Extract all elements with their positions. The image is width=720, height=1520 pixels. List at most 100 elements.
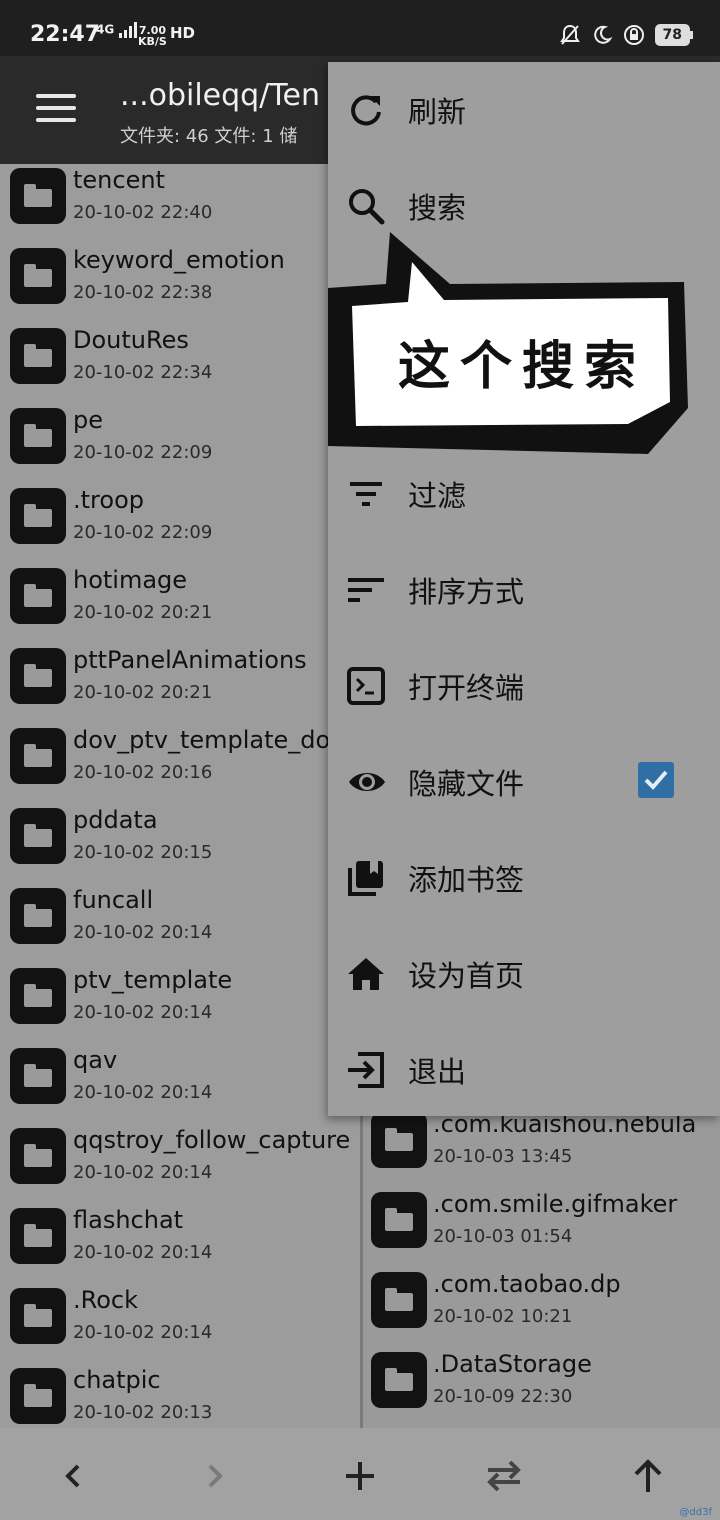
file-row[interactable]: pe 20-10-02 22:09 <box>0 404 360 484</box>
menu-label-filter: 过滤 <box>408 479 467 513</box>
menu-item-set-home[interactable]: 设为首页 <box>328 926 720 1022</box>
file-name: .Rock <box>73 1286 139 1314</box>
exit-icon <box>348 1052 384 1088</box>
file-name: pe <box>73 406 103 434</box>
folder-icon <box>371 1112 427 1168</box>
folder-icon <box>10 488 66 544</box>
file-row[interactable]: .com.taobao.dp 20-10-02 10:21 <box>363 1268 720 1348</box>
terminal-icon <box>347 667 385 705</box>
bottom-toolbar: @dd3f <box>0 1428 720 1520</box>
file-date: 20-10-02 20:14 <box>73 922 213 943</box>
file-row[interactable]: .com.smile.gifmaker 20-10-03 01:54 <box>363 1188 720 1268</box>
file-row[interactable]: .DataStorage 20-10-09 22:30 <box>363 1348 720 1428</box>
folder-icon <box>10 728 66 784</box>
overflow-menu: 刷新 搜索 过滤 排序方式 打开终端 隐藏文件 添加书签 设为首页 退出 <box>328 62 720 1116</box>
hidden-files-checkbox[interactable] <box>638 762 674 798</box>
refresh-icon <box>351 95 381 126</box>
file-row[interactable]: dov_ptv_template_dov 20-10-02 20:16 <box>0 724 360 804</box>
battery-indicator: 78 <box>654 24 694 46</box>
menu-item-terminal[interactable]: 打开终端 <box>328 638 720 734</box>
file-date: 20-10-02 22:34 <box>73 362 213 383</box>
menu-label-terminal: 打开终端 <box>408 671 525 705</box>
menu-drawer-icon[interactable] <box>36 94 76 126</box>
menu-item-exit[interactable]: 退出 <box>328 1022 720 1118</box>
folder-icon <box>10 248 66 304</box>
file-name: .troop <box>73 486 144 514</box>
watermark-text: @dd3f <box>679 1507 712 1518</box>
file-row[interactable]: hotimage 20-10-02 20:21 <box>0 564 360 644</box>
network-speed: 7.00 KB/S <box>138 25 167 47</box>
file-date: 20-10-02 20:14 <box>73 1002 213 1023</box>
sort-icon <box>348 578 384 602</box>
file-date: 20-10-02 20:16 <box>73 762 213 783</box>
menu-label-set-home: 设为首页 <box>408 959 525 993</box>
file-row[interactable]: DoutuRes 20-10-02 22:34 <box>0 324 360 404</box>
file-date: 20-10-02 22:09 <box>73 522 213 543</box>
folder-icon <box>10 1048 66 1104</box>
menu-item-hidden-files[interactable]: 隐藏文件 <box>328 734 720 830</box>
add-icon[interactable] <box>338 1454 382 1498</box>
file-row[interactable]: pddata 20-10-02 20:15 <box>0 804 360 884</box>
folder-icon <box>371 1352 427 1408</box>
file-row[interactable]: .Rock 20-10-02 20:14 <box>0 1284 360 1364</box>
folder-icon <box>10 1288 66 1344</box>
folder-icon <box>10 648 66 704</box>
file-row[interactable]: .com.kuaishou.nebula 20-10-03 13:45 <box>363 1108 720 1188</box>
file-name: funcall <box>73 886 154 914</box>
right-file-pane[interactable]: .com.kuaishou.nebula 20-10-03 13:45 .com.… <box>363 1108 720 1428</box>
swap-icon[interactable] <box>482 1454 526 1498</box>
moon-icon <box>593 25 613 44</box>
signal-icon <box>119 22 138 38</box>
filter-icon <box>350 482 382 506</box>
file-name: qqstroy_follow_capture <box>73 1126 351 1154</box>
file-row[interactable]: chatpic 20-10-02 20:13 <box>0 1364 360 1428</box>
file-row[interactable]: pttPanelAnimations 20-10-02 20:21 <box>0 644 360 724</box>
file-date: 20-10-02 22:09 <box>73 442 213 463</box>
menu-item-sort[interactable]: 排序方式 <box>328 542 720 638</box>
file-date: 20-10-09 22:30 <box>433 1386 573 1407</box>
file-row[interactable]: qqstroy_follow_capture 20-10-02 20:14 <box>0 1124 360 1204</box>
file-name: .com.taobao.dp <box>433 1270 621 1298</box>
menu-label-refresh: 刷新 <box>408 95 467 129</box>
folder-stats: 文件夹: 46 文件: 1 储 <box>120 126 298 147</box>
mute-bell-icon <box>559 24 580 45</box>
menu-label-hidden-files: 隐藏文件 <box>408 767 525 801</box>
file-row[interactable]: tencent 20-10-02 22:40 <box>0 164 360 244</box>
file-name: ptv_template <box>73 966 233 994</box>
file-row[interactable]: keyword_emotion 20-10-02 22:38 <box>0 244 360 324</box>
folder-icon <box>10 1208 66 1264</box>
search-icon <box>349 189 385 225</box>
checkmark-icon <box>644 770 668 790</box>
menu-label-add-bookmark: 添加书签 <box>408 863 525 897</box>
up-arrow-icon[interactable] <box>626 1454 670 1498</box>
file-row[interactable]: ptv_template 20-10-02 20:14 <box>0 964 360 1044</box>
file-row[interactable]: funcall 20-10-02 20:14 <box>0 884 360 964</box>
file-name: tencent <box>73 166 165 194</box>
file-name: qav <box>73 1046 118 1074</box>
file-date: 20-10-02 20:21 <box>73 682 213 703</box>
annotation-text: 这个搜索 <box>398 337 647 397</box>
menu-label-sort: 排序方式 <box>408 575 525 609</box>
folder-icon <box>10 1368 66 1424</box>
file-row[interactable]: .troop 20-10-02 22:09 <box>0 484 360 564</box>
folder-icon <box>371 1272 427 1328</box>
file-name: pddata <box>73 806 158 834</box>
file-row[interactable]: qav 20-10-02 20:14 <box>0 1044 360 1124</box>
eye-icon <box>349 773 385 791</box>
file-row[interactable]: flashchat 20-10-02 20:14 <box>0 1204 360 1284</box>
menu-item-refresh[interactable]: 刷新 <box>328 62 720 158</box>
annotation-callout: 这个搜索 <box>328 232 690 462</box>
file-date: 20-10-02 22:40 <box>73 202 213 223</box>
status-bar: 22:47 4G 7.00 KB/S HD 78 <box>0 0 720 56</box>
left-file-pane[interactable]: tencent 20-10-02 22:40 keyword_emotion 20-… <box>0 164 363 1428</box>
file-date: 20-10-03 13:45 <box>433 1146 573 1167</box>
menu-item-add-bookmark[interactable]: 添加书签 <box>328 830 720 926</box>
file-name: keyword_emotion <box>73 246 285 274</box>
hd-badge: HD <box>170 24 196 42</box>
back-arrow-icon[interactable] <box>50 1454 94 1498</box>
home-icon <box>348 958 384 990</box>
folder-icon <box>10 1128 66 1184</box>
forward-arrow-icon[interactable] <box>194 1454 238 1498</box>
file-name: chatpic <box>73 1366 161 1394</box>
file-name: pttPanelAnimations <box>73 646 307 674</box>
